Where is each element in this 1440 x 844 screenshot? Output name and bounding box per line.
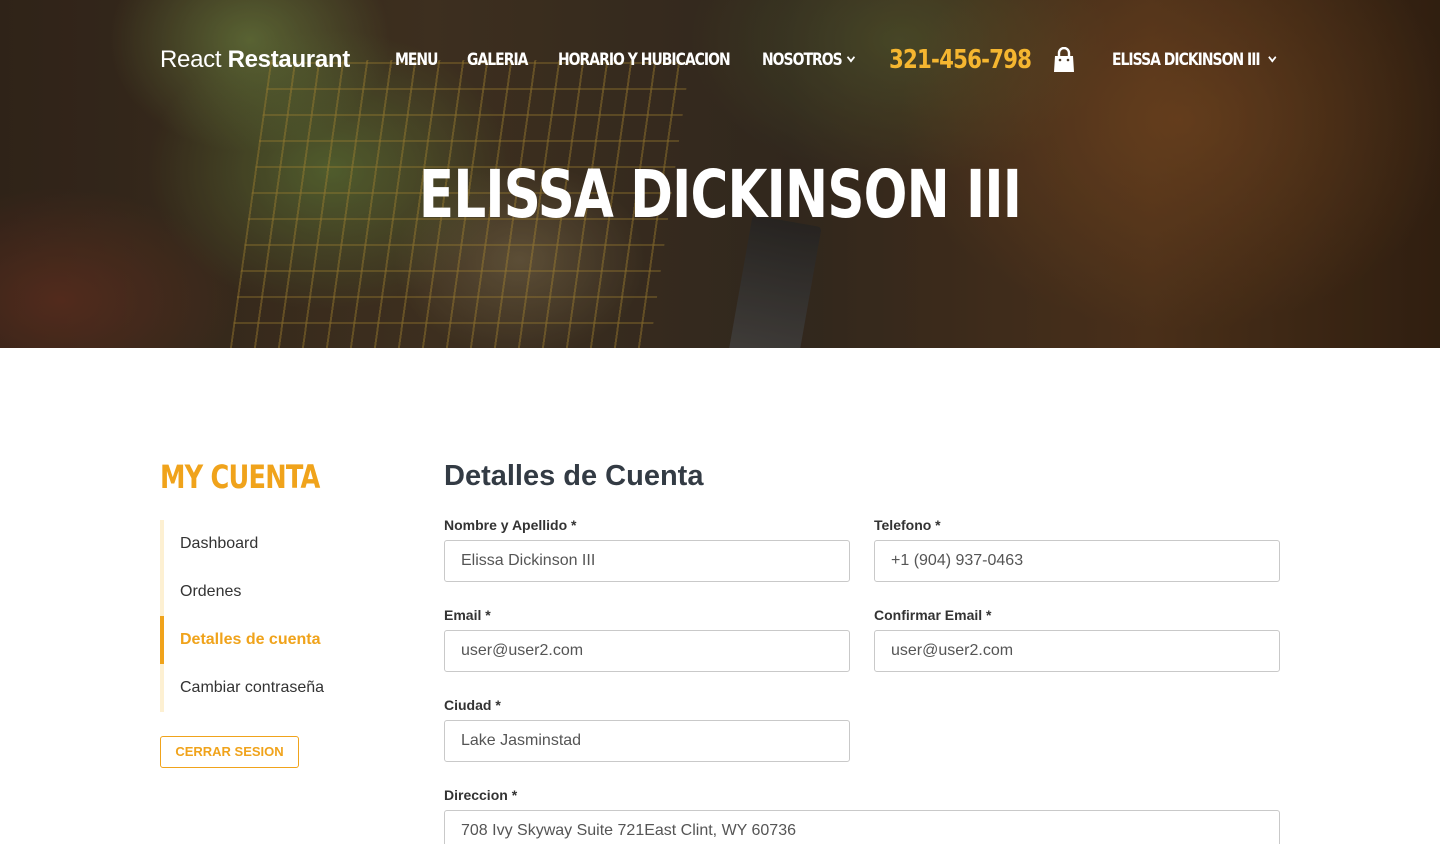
shopping-bag-icon[interactable] xyxy=(1053,47,1075,73)
city-label: Ciudad * xyxy=(444,697,501,713)
confirm-email-label: Confirmar Email * xyxy=(874,607,992,623)
confirm-email-field[interactable] xyxy=(874,630,1280,672)
sidebar-item-ordenes[interactable]: Ordenes xyxy=(164,568,380,616)
logout-button[interactable]: CERRAR SESION xyxy=(160,736,299,768)
address-label: Direccion * xyxy=(444,787,518,803)
sidebar-item-dashboard[interactable]: Dashboard xyxy=(164,520,380,568)
user-menu[interactable]: ELISSA DICKINSON III xyxy=(1112,50,1277,70)
phone-field[interactable] xyxy=(874,540,1280,582)
page-title: ELISSA DICKINSON III xyxy=(418,156,1022,233)
nav-horario[interactable]: HORARIO Y HUBICACION xyxy=(558,50,731,70)
city-field[interactable] xyxy=(444,720,850,762)
phone-number[interactable]: 321-456-798 xyxy=(889,45,1032,75)
sidebar-menu: Dashboard Ordenes Detalles de cuenta Cam… xyxy=(160,520,380,712)
sidebar-item-cambiar-contrasena[interactable]: Cambiar contraseña xyxy=(164,664,380,712)
address-field[interactable] xyxy=(444,810,1280,844)
top-navigation: React Restaurant MENU GALERIA HORARIO Y … xyxy=(0,0,1440,120)
nav-nosotros[interactable]: NOSOTROS xyxy=(762,50,856,70)
chevron-down-icon xyxy=(847,52,856,63)
form-title: Detalles de Cuenta xyxy=(444,460,704,492)
name-label: Nombre y Apellido * xyxy=(444,517,577,533)
nav-galeria[interactable]: GALERIA xyxy=(467,50,528,70)
name-field[interactable] xyxy=(444,540,850,582)
chevron-down-icon xyxy=(1268,52,1277,63)
sidebar-item-detalles-de-cuenta[interactable]: Detalles de cuenta xyxy=(160,616,380,664)
email-field[interactable] xyxy=(444,630,850,672)
nav-menu[interactable]: MENU xyxy=(395,50,438,70)
logo[interactable]: React Restaurant xyxy=(160,46,350,74)
sidebar-title: MY CUENTA xyxy=(160,458,320,496)
phone-label: Telefono * xyxy=(874,517,941,533)
email-label: Email * xyxy=(444,607,491,623)
hero-banner: React Restaurant MENU GALERIA HORARIO Y … xyxy=(0,0,1440,348)
